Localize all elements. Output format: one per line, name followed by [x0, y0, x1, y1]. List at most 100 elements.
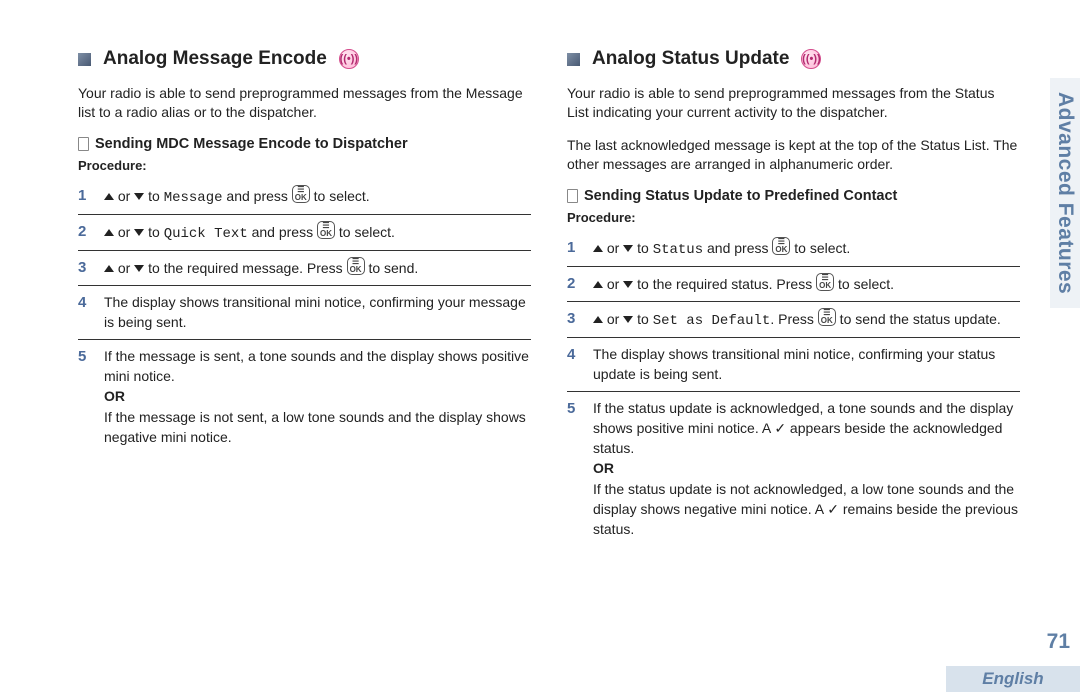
- step-text: to: [144, 188, 163, 204]
- step-number: 2: [567, 273, 583, 295]
- right-column: Analog Status Update ((•)) Your radio is…: [567, 48, 1020, 608]
- step-text: If the message is not sent, a low tone s…: [104, 409, 526, 445]
- step-body: or to Set as Default. Press ☰OK to send …: [593, 308, 1020, 331]
- antenna-icon: ((•)): [339, 49, 359, 69]
- step-text: or: [603, 311, 623, 327]
- step-number: 3: [78, 257, 94, 279]
- section-heading-right: Analog Status Update ((•)): [567, 48, 1020, 70]
- step-text: to: [633, 311, 652, 327]
- step-number: 1: [567, 237, 583, 259]
- step-body: or to Status and press ☰OK to select.: [593, 237, 1020, 260]
- step-row: 5 If the status update is acknowledged, …: [567, 392, 1020, 546]
- step-number: 5: [78, 346, 94, 368]
- step-text: and press: [248, 224, 317, 240]
- manual-page: Analog Message Encode ((•)) Your radio i…: [0, 0, 1080, 698]
- intro-paragraph: Your radio is able to send preprogrammed…: [78, 84, 531, 122]
- or-label: OR: [104, 388, 125, 404]
- square-bullet-icon: [78, 53, 91, 66]
- side-tab-label: Advanced Features: [1053, 92, 1077, 294]
- ok-key-icon: ☰OK: [816, 273, 834, 291]
- step-row: 4 The display shows transitional mini no…: [567, 338, 1020, 392]
- menu-code: Status: [653, 242, 703, 258]
- step-body: If the status update is acknowledged, a …: [593, 398, 1020, 540]
- down-arrow-icon: [134, 193, 144, 200]
- step-number: 1: [78, 185, 94, 207]
- step-text: to select.: [834, 276, 894, 292]
- step-row: 5 If the message is sent, a tone sounds …: [78, 340, 531, 453]
- page-number: 71: [1047, 630, 1070, 654]
- language-tab: English: [946, 666, 1080, 692]
- step-row: 1 or to Status and press ☰OK to select.: [567, 231, 1020, 267]
- step-text: or: [114, 224, 134, 240]
- step-text: to send.: [365, 260, 419, 276]
- step-text: to: [144, 224, 163, 240]
- step-body: or to Message and press ☰OK to select.: [104, 185, 531, 208]
- step-text: to select.: [335, 224, 395, 240]
- intro-paragraph: The last acknowledged message is kept at…: [567, 136, 1020, 174]
- step-row: 3 or to Set as Default. Press ☰OK to sen…: [567, 302, 1020, 338]
- two-column-layout: Analog Message Encode ((•)) Your radio i…: [78, 48, 1020, 608]
- down-arrow-icon: [134, 229, 144, 236]
- step-number: 4: [567, 344, 583, 366]
- procedure-label: Procedure:: [78, 158, 531, 173]
- menu-code: Quick Text: [164, 226, 248, 242]
- step-number: 3: [567, 308, 583, 330]
- sub-heading-text: Sending Status Update to Predefined Cont…: [584, 188, 897, 204]
- step-text: or: [603, 276, 623, 292]
- ok-key-icon: ☰OK: [292, 185, 310, 203]
- step-row: 2 or to Quick Text and press ☰OK to sele…: [78, 215, 531, 251]
- down-arrow-icon: [623, 245, 633, 252]
- down-arrow-icon: [623, 316, 633, 323]
- left-column: Analog Message Encode ((•)) Your radio i…: [78, 48, 531, 608]
- or-label: OR: [593, 460, 614, 476]
- page-icon: [78, 137, 89, 151]
- step-body: or to the required status. Press ☰OK to …: [593, 273, 1020, 294]
- step-text: or: [114, 260, 134, 276]
- side-tab: Advanced Features: [1050, 78, 1080, 308]
- up-arrow-icon: [593, 245, 603, 252]
- step-text: . Press: [770, 311, 817, 327]
- step-number: 5: [567, 398, 583, 420]
- step-row: 2 or to the required status. Press ☰OK t…: [567, 267, 1020, 302]
- step-body: or to Quick Text and press ☰OK to select…: [104, 221, 531, 244]
- procedure-steps-left: 1 or to Message and press ☰OK to select.…: [78, 179, 531, 453]
- sub-heading-left: Sending MDC Message Encode to Dispatcher: [78, 136, 531, 152]
- menu-code: Message: [164, 190, 223, 206]
- up-arrow-icon: [104, 193, 114, 200]
- page-icon: [567, 189, 578, 203]
- step-body: The display shows transitional mini noti…: [104, 292, 531, 333]
- sub-heading-text: Sending MDC Message Encode to Dispatcher: [95, 136, 408, 152]
- ok-key-icon: ☰OK: [317, 221, 335, 239]
- step-text: and press: [223, 188, 292, 204]
- check-icon: ✓: [774, 420, 786, 436]
- heading-text: Analog Message Encode: [103, 48, 327, 70]
- procedure-steps-right: 1 or to Status and press ☰OK to select. …: [567, 231, 1020, 546]
- step-row: 4 The display shows transitional mini no…: [78, 286, 531, 340]
- procedure-label: Procedure:: [567, 210, 1020, 225]
- up-arrow-icon: [593, 281, 603, 288]
- step-body: The display shows transitional mini noti…: [593, 344, 1020, 385]
- sub-heading-right: Sending Status Update to Predefined Cont…: [567, 188, 1020, 204]
- check-icon: ✓: [827, 501, 839, 517]
- step-text: to the required message. Press: [144, 260, 346, 276]
- step-number: 4: [78, 292, 94, 314]
- step-row: 3 or to the required message. Press ☰OK …: [78, 251, 531, 286]
- step-text: to the required status. Press: [633, 276, 816, 292]
- up-arrow-icon: [104, 265, 114, 272]
- step-text: If the message is sent, a tone sounds an…: [104, 348, 529, 384]
- step-text: and press: [703, 240, 772, 256]
- menu-code: Set as Default: [653, 313, 771, 329]
- ok-key-icon: ☰OK: [772, 237, 790, 255]
- heading-text: Analog Status Update: [592, 48, 789, 70]
- step-text: to send the status update.: [836, 311, 1001, 327]
- step-text: to select.: [310, 188, 370, 204]
- square-bullet-icon: [567, 53, 580, 66]
- step-text: or: [603, 240, 623, 256]
- section-heading-left: Analog Message Encode ((•)): [78, 48, 531, 70]
- step-row: 1 or to Message and press ☰OK to select.: [78, 179, 531, 215]
- ok-key-icon: ☰OK: [347, 257, 365, 275]
- step-body: or to the required message. Press ☰OK to…: [104, 257, 531, 278]
- up-arrow-icon: [104, 229, 114, 236]
- down-arrow-icon: [134, 265, 144, 272]
- step-body: If the message is sent, a tone sounds an…: [104, 346, 531, 447]
